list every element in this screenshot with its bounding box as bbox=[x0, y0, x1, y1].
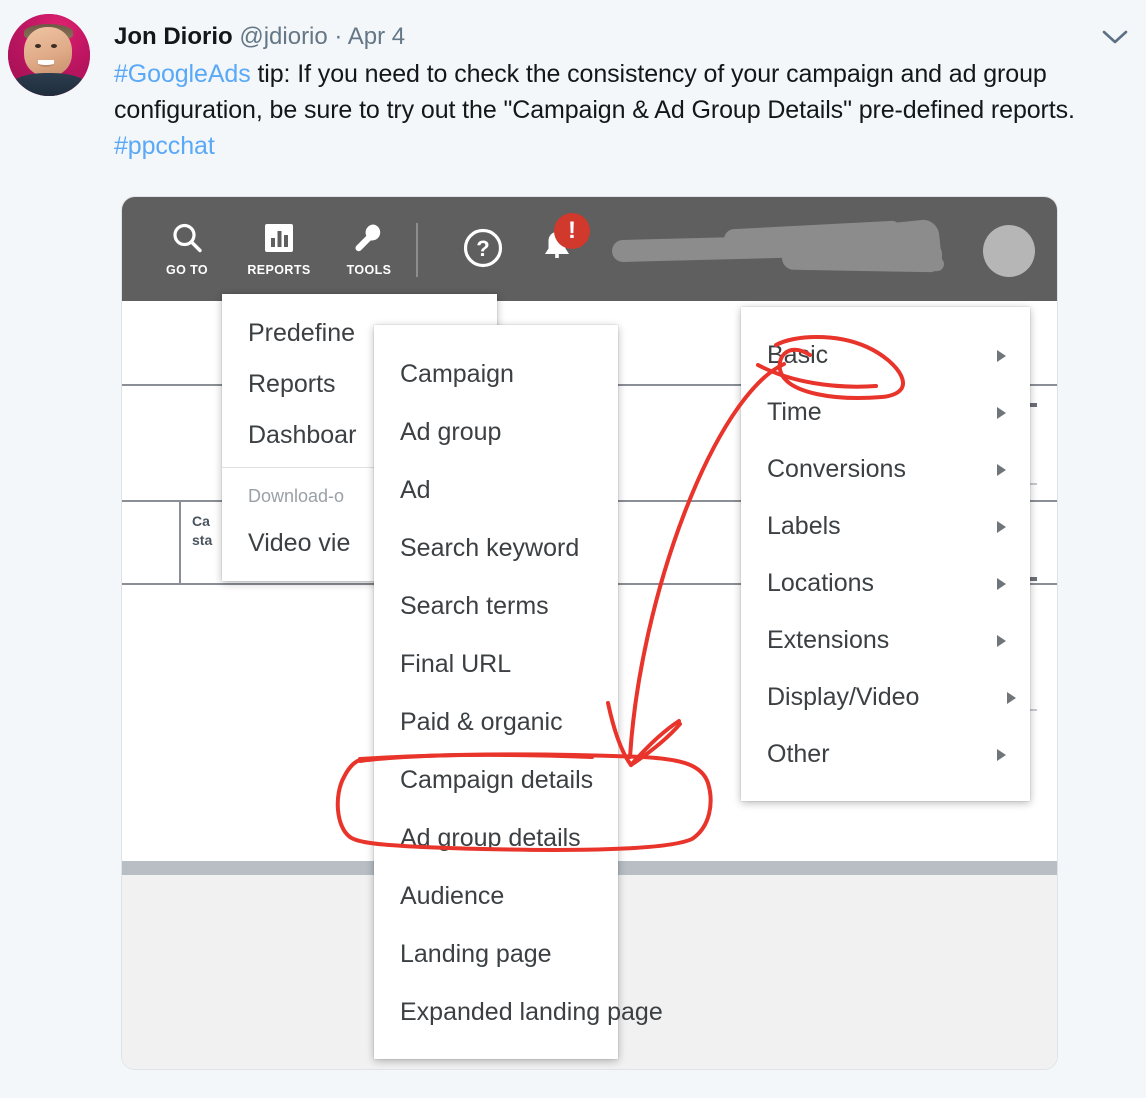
menu-item-label: Landing page bbox=[400, 939, 552, 968]
menu-item-campaign-details[interactable]: Campaign details bbox=[374, 751, 618, 809]
embedded-screenshot-card[interactable]: Ca sta GO TO REPORTS TOOLS ? ! Predefine… bbox=[121, 196, 1058, 1070]
chevron-right-icon bbox=[997, 406, 1006, 419]
redacted-account-name bbox=[611, 218, 952, 277]
search-icon bbox=[144, 217, 230, 259]
avatar-face bbox=[24, 27, 72, 77]
tweet-body-text: tip: If you need to check the consistenc… bbox=[114, 60, 1075, 124]
tweet-more-button[interactable] bbox=[1098, 22, 1132, 52]
bar-chart-icon bbox=[236, 217, 322, 259]
menu-item-ad-group-details[interactable]: Ad group details bbox=[374, 809, 618, 867]
author-name[interactable]: Jon Diorio bbox=[114, 23, 233, 50]
report-type-menu[interactable]: Campaign Ad group Ad Search keyword Sear… bbox=[374, 325, 663, 1059]
menu-item-basic[interactable]: Basic bbox=[741, 327, 1030, 384]
avatar[interactable] bbox=[8, 14, 90, 96]
menu-item-search-terms[interactable]: Search terms bbox=[374, 577, 618, 635]
chevron-right-icon bbox=[1007, 691, 1016, 704]
menu-item-label: Ad bbox=[400, 475, 431, 504]
appbar-goto-button[interactable]: GO TO bbox=[144, 217, 230, 277]
table-column-header-line1: Ca bbox=[192, 513, 210, 529]
menu-item-expanded-landing-page[interactable]: Expanded landing page bbox=[374, 983, 663, 1041]
menu-item-landing-page[interactable]: Landing page bbox=[374, 925, 618, 983]
hashtag-ppcchat[interactable]: #ppcchat bbox=[114, 132, 215, 160]
menu-item-label: Reports bbox=[248, 370, 336, 398]
menu-item-label: Conversions bbox=[767, 455, 906, 483]
chevron-right-icon bbox=[997, 748, 1006, 761]
menu-item-label: Ad group details bbox=[400, 823, 581, 852]
menu-item-label: Search keyword bbox=[400, 533, 580, 562]
google-ads-app-bar: GO TO REPORTS TOOLS ? ! bbox=[122, 197, 1057, 301]
menu-item-label: Audience bbox=[400, 881, 505, 910]
chevron-right-icon bbox=[997, 634, 1006, 647]
menu-item-ad[interactable]: Ad bbox=[374, 461, 618, 519]
menu-item-conversions[interactable]: Conversions bbox=[741, 441, 1030, 498]
menu-item-campaign[interactable]: Campaign bbox=[374, 345, 618, 403]
help-circle-icon: ? bbox=[463, 228, 503, 268]
menu-item-label: Predefine bbox=[248, 319, 356, 347]
avatar-shirt bbox=[11, 73, 87, 96]
menu-item-label: Ad group bbox=[400, 417, 502, 446]
menu-item-label: Campaign bbox=[400, 359, 514, 388]
menu-item-display-video[interactable]: Display/Video bbox=[741, 669, 1030, 726]
appbar-tools-button[interactable]: TOOLS bbox=[326, 217, 412, 277]
menu-item-label: Extensions bbox=[767, 626, 890, 654]
appbar-reports-button[interactable]: REPORTS bbox=[236, 217, 322, 277]
chevron-right-icon bbox=[997, 463, 1006, 476]
menu-item-label: Search terms bbox=[400, 591, 549, 620]
appbar-reports-label: REPORTS bbox=[247, 263, 311, 277]
menu-item-label: Other bbox=[767, 740, 830, 768]
menu-item-paid-and-organic[interactable]: Paid & organic bbox=[374, 693, 618, 751]
menu-item-label: Final URL bbox=[400, 649, 512, 678]
menu-item-label: Expanded landing page bbox=[400, 997, 663, 1026]
menu-item-label: Download-o bbox=[248, 485, 345, 506]
menu-item-label: Dashboar bbox=[248, 421, 357, 449]
menu-item-ad-group[interactable]: Ad group bbox=[374, 403, 618, 461]
menu-item-audience[interactable]: Audience bbox=[374, 867, 618, 925]
notification-badge: ! bbox=[554, 213, 590, 249]
appbar-divider bbox=[416, 223, 418, 277]
bg-rule-vertical bbox=[179, 500, 181, 583]
tweet-body: #GoogleAds tip: If you need to check the… bbox=[114, 56, 1124, 164]
appbar-tools-label: TOOLS bbox=[346, 263, 392, 277]
appbar-goto-label: GO TO bbox=[165, 263, 209, 277]
menu-item-search-keyword[interactable]: Search keyword bbox=[374, 519, 618, 577]
svg-text:?: ? bbox=[476, 236, 489, 261]
header-separator: · bbox=[334, 23, 343, 50]
tweet-page: Jon Diorio @jdiorio · Apr 4 #GoogleAds t… bbox=[0, 0, 1146, 1098]
report-category-menu[interactable]: Basic Time Conversions Labels Locations … bbox=[741, 307, 1030, 801]
menu-item-label: Campaign details bbox=[400, 765, 594, 794]
table-column-header: Ca sta bbox=[192, 512, 212, 550]
table-column-header-line2: sta bbox=[192, 532, 213, 548]
menu-item-label: Display/Video bbox=[767, 683, 920, 711]
wrench-icon bbox=[326, 217, 412, 259]
menu-item-label: Locations bbox=[767, 569, 875, 597]
menu-item-label: Labels bbox=[767, 512, 841, 540]
author-handle[interactable]: @jdiorio bbox=[239, 23, 327, 50]
menu-item-label: Basic bbox=[767, 341, 829, 369]
hashtag-googleads[interactable]: #GoogleAds bbox=[114, 60, 251, 88]
chevron-down-icon bbox=[1102, 30, 1128, 44]
tweet-date[interactable]: Apr 4 bbox=[348, 23, 405, 50]
menu-item-label: Paid & organic bbox=[400, 707, 563, 736]
chevron-right-icon bbox=[997, 577, 1006, 590]
menu-item-other[interactable]: Other bbox=[741, 726, 1030, 783]
appbar-help-button[interactable]: ? bbox=[460, 225, 506, 271]
menu-item-locations[interactable]: Locations bbox=[741, 555, 1030, 612]
menu-item-label: Video vie bbox=[248, 529, 351, 557]
menu-item-extensions[interactable]: Extensions bbox=[741, 612, 1030, 669]
appbar-notifications-button[interactable]: ! bbox=[534, 213, 590, 271]
chevron-right-icon bbox=[997, 520, 1006, 533]
menu-item-labels[interactable]: Labels bbox=[741, 498, 1030, 555]
chevron-right-icon bbox=[997, 349, 1006, 362]
menu-item-final-url[interactable]: Final URL bbox=[374, 635, 618, 693]
menu-item-time[interactable]: Time bbox=[741, 384, 1030, 441]
account-avatar[interactable] bbox=[983, 225, 1035, 277]
tweet-header: Jon Diorio @jdiorio · Apr 4 bbox=[114, 22, 405, 52]
menu-item-label: Time bbox=[767, 398, 822, 426]
